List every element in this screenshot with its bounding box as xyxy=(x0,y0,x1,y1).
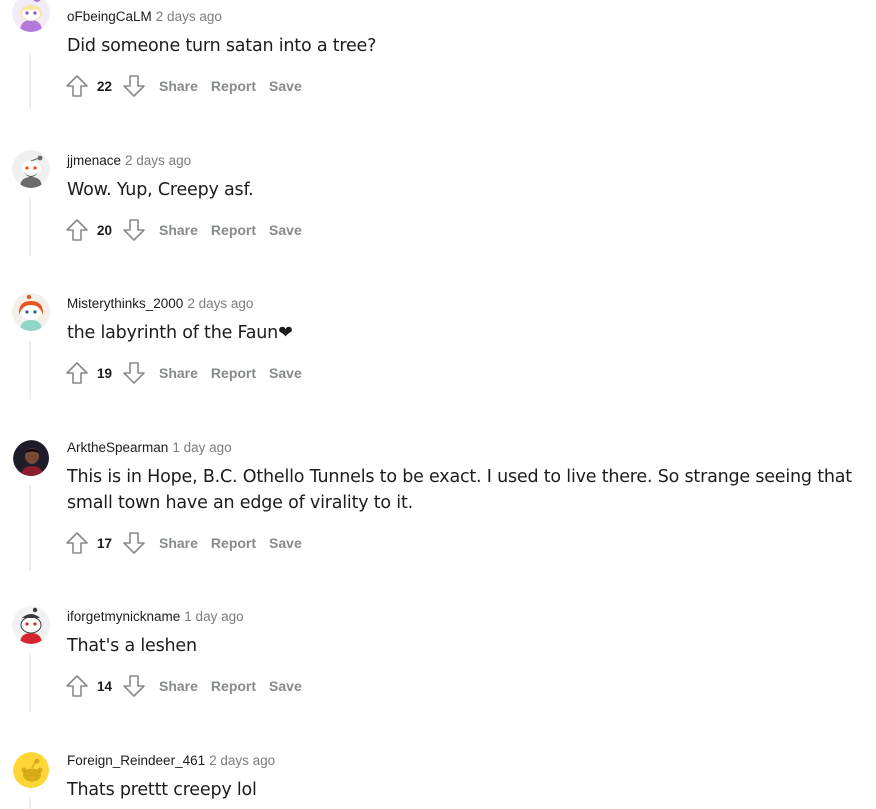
downvote-arrow-icon xyxy=(123,219,145,241)
username[interactable]: ArktheSpearman xyxy=(67,440,168,455)
comment-body: the labyrinth of the Faun❤ xyxy=(67,323,293,343)
comment-meta: Misterythinks_2000 2 days ago xyxy=(67,296,253,312)
username[interactable]: oFbeingCaLM xyxy=(67,9,152,24)
username[interactable]: Foreign_Reindeer_461 xyxy=(67,753,205,768)
comment: jjmenace 2 days ago Wow. Yup, Creepy asf.… xyxy=(0,144,876,287)
comment: Misterythinks_2000 2 days ago the labyrin… xyxy=(0,287,876,431)
upvote-arrow-icon xyxy=(66,362,88,384)
username[interactable]: iforgetmynickname xyxy=(67,609,180,624)
share-button[interactable]: Share xyxy=(159,78,198,94)
report-button[interactable]: Report xyxy=(211,78,256,94)
thread-line[interactable] xyxy=(29,198,31,256)
thread-line[interactable] xyxy=(29,485,31,571)
red-shirt-snoo-avatar-icon xyxy=(12,606,50,644)
comment: iforgetmynickname 1 day ago That's a lesh… xyxy=(0,600,876,744)
save-button[interactable]: Save xyxy=(269,535,302,551)
report-button[interactable]: Report xyxy=(211,365,256,381)
comment-body: Thats prettt creepy lol xyxy=(67,780,257,800)
vote-score: 22 xyxy=(97,78,113,94)
downvote-button[interactable] xyxy=(121,360,147,386)
username[interactable]: jjmenace xyxy=(67,153,121,168)
timestamp[interactable]: 2 days ago xyxy=(187,296,253,311)
bearded-snoo-avatar-icon xyxy=(12,150,50,188)
comment-body: Wow. Yup, Creepy asf. xyxy=(67,180,254,200)
comment-actions: 20 Share Report Save xyxy=(64,216,302,244)
downvote-arrow-icon xyxy=(123,362,145,384)
downvote-arrow-icon xyxy=(123,532,145,554)
timestamp[interactable]: 2 days ago xyxy=(125,153,191,168)
comment-body: Did someone turn satan into a tree? xyxy=(67,36,377,56)
report-button[interactable]: Report xyxy=(211,535,256,551)
downvote-button[interactable] xyxy=(121,217,147,243)
vote-score: 20 xyxy=(97,222,113,238)
comment: Foreign_Reindeer_461 2 days ago Thats pre… xyxy=(0,744,876,809)
upvote-button[interactable] xyxy=(64,217,90,243)
upvote-arrow-icon xyxy=(66,75,88,97)
comment-actions: 14 Share Report Save xyxy=(64,672,302,700)
redhair-snoo-avatar-icon xyxy=(12,293,50,331)
thread-line[interactable] xyxy=(29,798,31,809)
username[interactable]: Misterythinks_2000 xyxy=(67,296,183,311)
comment-meta: ArktheSpearman 1 day ago xyxy=(67,440,232,456)
comment-meta: oFbeingCaLM 2 days ago xyxy=(67,9,222,25)
avatar[interactable] xyxy=(13,440,49,476)
report-button[interactable]: Report xyxy=(211,222,256,238)
yellow-default-snoo-avatar-icon xyxy=(13,752,49,788)
downvote-button[interactable] xyxy=(121,73,147,99)
share-button[interactable]: Share xyxy=(159,535,198,551)
avatar[interactable] xyxy=(12,606,50,644)
vote-score: 14 xyxy=(97,678,113,694)
thread-line[interactable] xyxy=(29,654,31,712)
vote-score: 19 xyxy=(97,365,113,381)
comment-meta: jjmenace 2 days ago xyxy=(67,153,191,169)
comment-body: That's a leshen xyxy=(67,636,197,656)
avatar[interactable] xyxy=(12,293,50,331)
downvote-button[interactable] xyxy=(121,673,147,699)
upvote-button[interactable] xyxy=(64,73,90,99)
save-button[interactable]: Save xyxy=(269,365,302,381)
downvote-arrow-icon xyxy=(123,675,145,697)
upvote-button[interactable] xyxy=(64,360,90,386)
save-button[interactable]: Save xyxy=(269,678,302,694)
comment-meta: iforgetmynickname 1 day ago xyxy=(67,609,244,625)
avatar[interactable] xyxy=(12,150,50,188)
upvote-button[interactable] xyxy=(64,673,90,699)
comment-meta: Foreign_Reindeer_461 2 days ago xyxy=(67,753,275,769)
avatar[interactable] xyxy=(12,0,50,32)
timestamp[interactable]: 2 days ago xyxy=(156,9,222,24)
report-button[interactable]: Report xyxy=(211,678,256,694)
upvote-arrow-icon xyxy=(66,675,88,697)
thread-line[interactable] xyxy=(29,54,31,110)
upvote-arrow-icon xyxy=(66,219,88,241)
upvote-arrow-icon xyxy=(66,532,88,554)
purple-snoo-avatar-icon xyxy=(12,0,50,32)
share-button[interactable]: Share xyxy=(159,365,198,381)
downvote-button[interactable] xyxy=(121,530,147,556)
downvote-arrow-icon xyxy=(123,75,145,97)
avatar[interactable] xyxy=(13,752,49,788)
timestamp[interactable]: 2 days ago xyxy=(209,753,275,768)
share-button[interactable]: Share xyxy=(159,678,198,694)
thread-line[interactable] xyxy=(29,341,31,399)
comment-actions: 17 Share Report Save xyxy=(64,529,302,557)
share-button[interactable]: Share xyxy=(159,222,198,238)
comment: ArktheSpearman 1 day ago This is in Hope,… xyxy=(0,431,876,601)
photo-avatar-icon xyxy=(13,440,49,476)
upvote-button[interactable] xyxy=(64,530,90,556)
comment-actions: 19 Share Report Save xyxy=(64,359,302,387)
comment-body: This is in Hope, B.C. Othello Tunnels to… xyxy=(67,467,852,513)
save-button[interactable]: Save xyxy=(269,78,302,94)
timestamp[interactable]: 1 day ago xyxy=(184,609,243,624)
save-button[interactable]: Save xyxy=(269,222,302,238)
comment: oFbeingCaLM 2 days ago Did someone turn s… xyxy=(0,0,876,144)
vote-score: 17 xyxy=(97,535,113,551)
timestamp[interactable]: 1 day ago xyxy=(172,440,231,455)
comment-actions: 22 Share Report Save xyxy=(64,72,302,100)
